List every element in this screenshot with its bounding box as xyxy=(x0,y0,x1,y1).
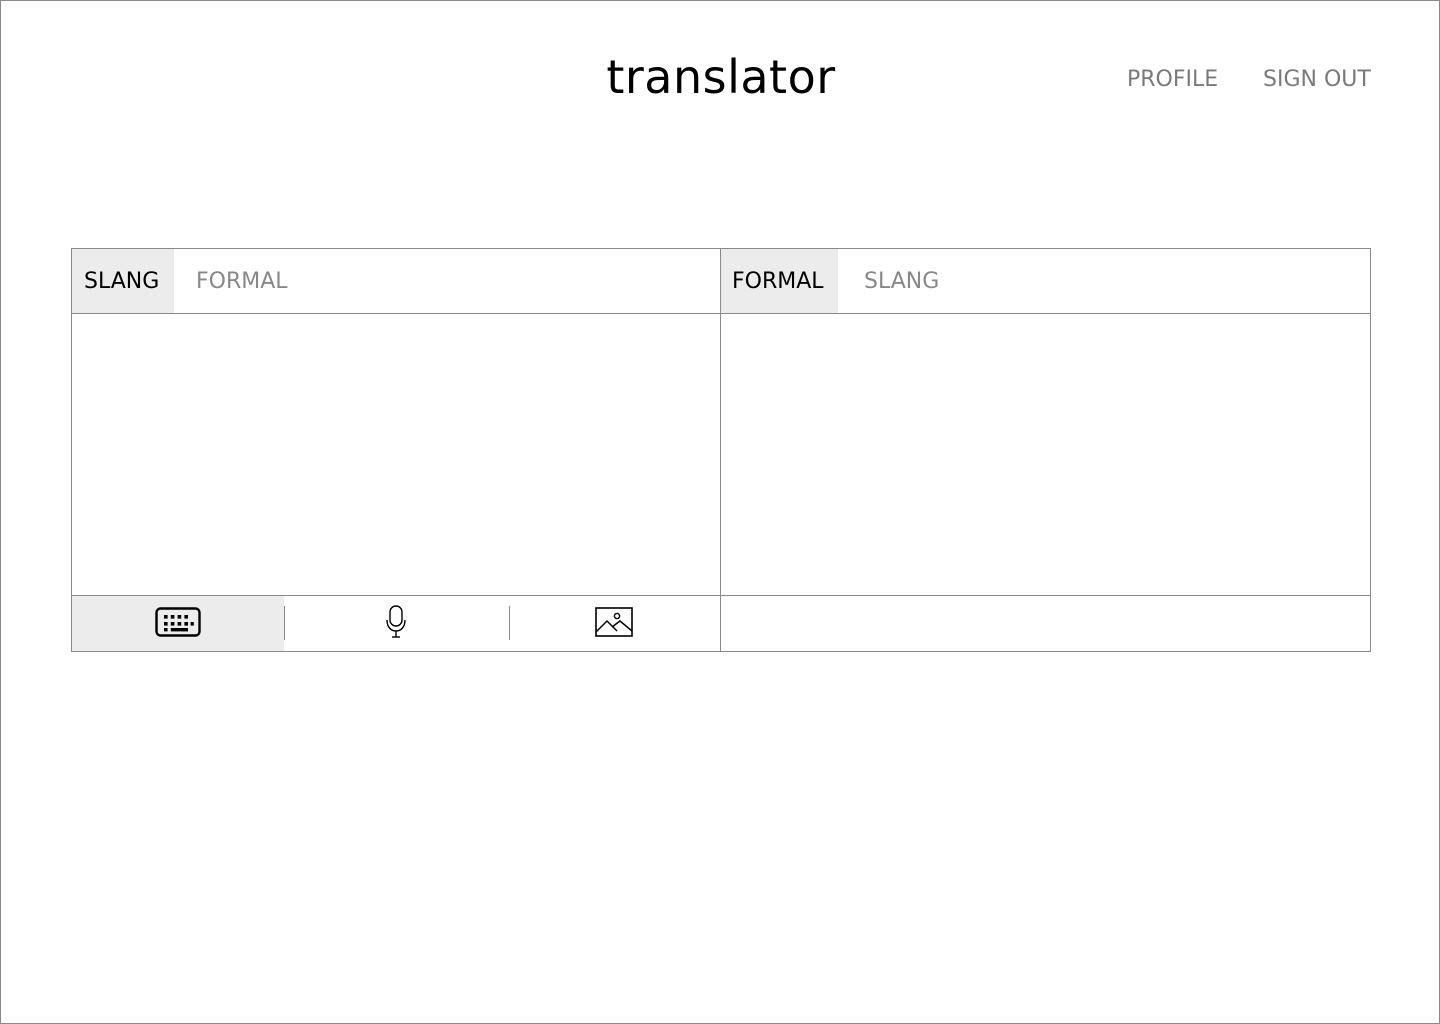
voice-input-button[interactable] xyxy=(284,596,509,651)
source-pane: SLANG FORMAL xyxy=(72,249,721,651)
source-text-input[interactable] xyxy=(72,314,720,595)
keyboard-icon xyxy=(155,606,201,641)
source-tab-slang[interactable]: SLANG xyxy=(72,249,174,313)
target-tabbar: FORMAL SLANG xyxy=(721,249,1370,314)
target-tab-slang[interactable]: SLANG xyxy=(838,249,951,313)
target-text-area xyxy=(721,314,1370,596)
target-tab-formal[interactable]: FORMAL xyxy=(721,249,838,313)
app-window: translator PROFILE SIGN OUT SLANG FORMAL xyxy=(0,0,1440,1024)
target-text-output[interactable] xyxy=(721,314,1370,595)
keyboard-input-button[interactable] xyxy=(72,596,284,651)
profile-link[interactable]: PROFILE xyxy=(1127,65,1218,95)
microphone-icon xyxy=(385,604,407,643)
target-pane: FORMAL SLANG xyxy=(721,249,1370,651)
app-title: translator xyxy=(606,50,836,104)
source-tab-formal[interactable]: FORMAL xyxy=(174,249,300,313)
image-input-button[interactable] xyxy=(508,596,720,651)
output-footer xyxy=(721,596,1370,651)
source-text-area xyxy=(72,314,720,596)
translator-panel: SLANG FORMAL FORMAL SLANG xyxy=(71,248,1371,652)
source-tabbar: SLANG FORMAL xyxy=(72,249,720,314)
sign-out-link[interactable]: SIGN OUT xyxy=(1263,65,1371,95)
input-mode-toolbar xyxy=(72,596,720,651)
image-icon xyxy=(595,606,633,641)
